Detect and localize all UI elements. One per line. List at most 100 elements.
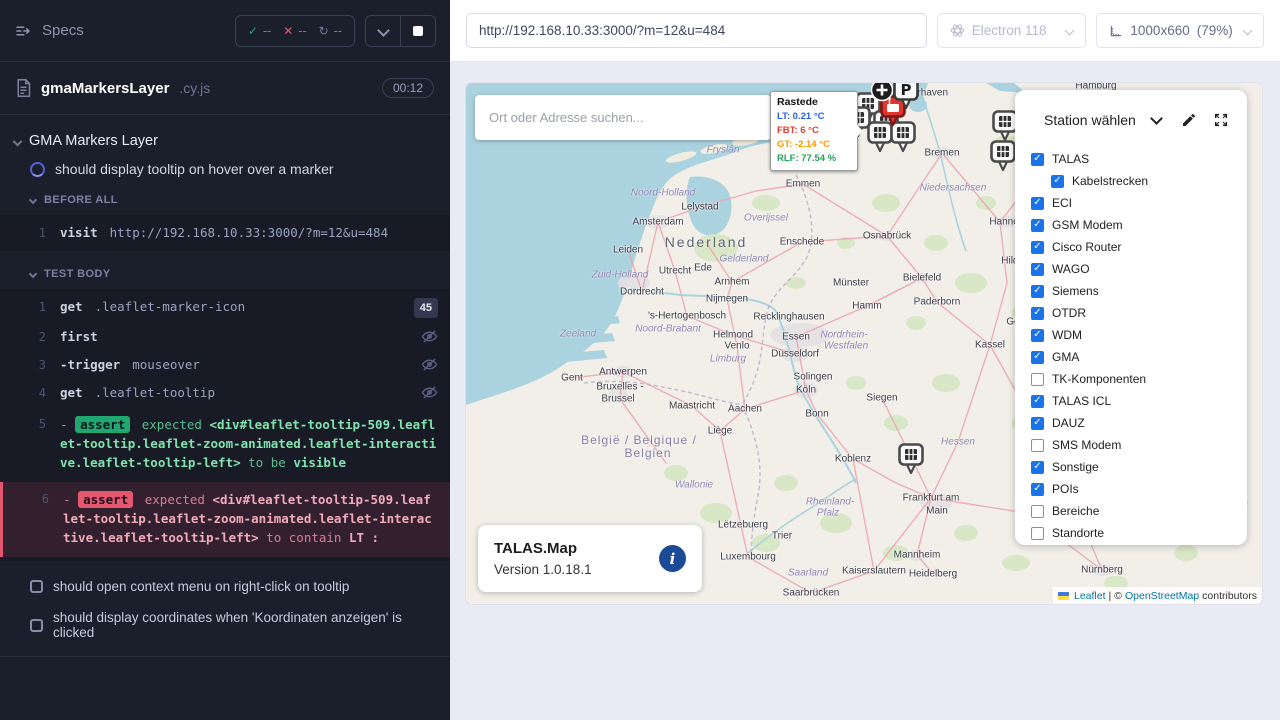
failed-x-icon: ✕	[283, 24, 293, 38]
layer-checkbox-row[interactable]: ✓GMA	[1031, 346, 1247, 368]
checkbox[interactable]: ✓	[1031, 329, 1044, 342]
expand-fullscreen-icon[interactable]	[1213, 112, 1229, 128]
map-attribution: Leaflet | © OpenStreetMap contributors	[1053, 587, 1262, 604]
command-row[interactable]: 4get.leaflet-tooltip	[0, 379, 450, 407]
run-controls	[365, 15, 436, 47]
browser-select[interactable]: Electron 118	[937, 13, 1087, 48]
command-row[interactable]: 2first	[0, 323, 450, 351]
checkbox[interactable]: ✓	[1031, 307, 1044, 320]
layer-checkbox-row[interactable]: ✓WDM	[1031, 324, 1247, 346]
stop-run-button[interactable]	[401, 16, 435, 46]
command-row[interactable]: 5- assert expected <div#leaflet-tooltip-…	[0, 407, 450, 482]
station-marker-icon[interactable]	[988, 139, 1018, 173]
aut-pane: Electron 118 1000x660 (79%)	[450, 0, 1280, 720]
checkbox[interactable]: ✓	[1051, 175, 1064, 188]
map-search-input[interactable]	[475, 110, 771, 125]
pending-test-row[interactable]: should display coordinates when 'Koordin…	[0, 602, 450, 648]
spec-duration-badge: 00:12	[382, 78, 434, 98]
map-canvas[interactable]: HamburgBremerhavenBremenEmmenNiedersachs…	[466, 83, 1262, 604]
layer-checkbox-row[interactable]: ✓Cisco Router	[1031, 236, 1247, 258]
layer-checkbox-row[interactable]: ✓TALAS ICL	[1031, 390, 1247, 412]
specs-list-icon	[14, 22, 32, 40]
checkbox[interactable]: ✓	[1031, 197, 1044, 210]
checkbox[interactable]: ✓	[1031, 263, 1044, 276]
app-version: Version 1.0.18.1	[494, 562, 592, 577]
station-marker-icon[interactable]	[896, 442, 926, 476]
layer-checkbox-row[interactable]: Bereiche	[1031, 500, 1247, 522]
hidden-eye-slash-icon	[421, 356, 438, 373]
osm-link[interactable]: OpenStreetMap	[1125, 590, 1199, 602]
layer-checkbox-row[interactable]: SMS Modem	[1031, 434, 1247, 456]
checkbox[interactable]: ✓	[1031, 483, 1044, 496]
collapse-all-button[interactable]	[366, 16, 400, 46]
spec-file-row[interactable]: gmaMarkersLayer .cy.js 00:12	[0, 62, 450, 115]
stat-passed: ✓--	[248, 24, 271, 38]
pending-test-row[interactable]: should open context menu on right-click …	[0, 571, 450, 602]
test-stats: ✓-- ✕-- ↻--	[235, 15, 355, 47]
layer-checkbox-row[interactable]: TK-Komponenten	[1031, 368, 1247, 390]
command-row[interactable]: 1visithttp://192.168.10.33:3000/?m=12&u=…	[0, 219, 450, 247]
checkbox[interactable]	[1031, 439, 1044, 452]
station-select-label[interactable]: Station wählen	[1044, 112, 1136, 128]
checkbox[interactable]: ✓	[1031, 461, 1044, 474]
checkbox[interactable]: ✓	[1031, 153, 1044, 166]
layer-label: Standorte	[1052, 526, 1104, 540]
test-body-header[interactable]: TEST BODY	[0, 261, 450, 287]
specs-menu-button[interactable]: Specs	[14, 22, 84, 40]
chevron-down-icon	[377, 24, 390, 37]
spec-file-name: gmaMarkersLayer	[41, 80, 169, 97]
layer-checkbox-row[interactable]: ✓ POIs	[1031, 478, 1247, 500]
stat-failed: ✕--	[283, 24, 306, 38]
edit-pencil-icon[interactable]	[1181, 112, 1197, 128]
checkbox[interactable]	[1031, 527, 1044, 540]
checkbox[interactable]: ✓	[1031, 285, 1044, 298]
info-icon[interactable]: i	[659, 545, 686, 572]
checkbox[interactable]: ✓	[1031, 219, 1044, 232]
command-row[interactable]: 3-triggermouseover	[0, 351, 450, 379]
suite-header[interactable]: GMA Markers Layer	[0, 129, 450, 155]
running-test-row[interactable]: should display tooltip on hover over a m…	[0, 155, 450, 187]
version-card: TALAS.Map Version 1.0.18.1 i	[478, 525, 702, 592]
chevron-down-icon	[1065, 26, 1075, 36]
before-all-header[interactable]: BEFORE ALL	[0, 187, 450, 213]
chevron-down-icon	[29, 270, 37, 278]
leaflet-link[interactable]: Leaflet	[1074, 590, 1106, 602]
layer-label: Kabelstrecken	[1072, 174, 1148, 188]
pending-tests: should open context menu on right-click …	[0, 571, 450, 648]
spec-file-ext: .cy.js	[179, 80, 210, 96]
command-row[interactable]: 6- assert expected <div#leaflet-tooltip-…	[3, 482, 450, 557]
marker-tooltip[interactable]: Rastede LT: 0.21 °CFBT: 6 °CGT: -2.14 °C…	[770, 91, 858, 171]
layer-checkbox-row[interactable]: ✓ Kabelstrecken	[1031, 170, 1247, 192]
viewport-control[interactable]: 1000x660 (79%)	[1096, 13, 1264, 48]
layer-checkbox-row[interactable]: ✓WAGO	[1031, 258, 1247, 280]
checkbox[interactable]: ✓	[1031, 351, 1044, 364]
chevron-down-icon[interactable]	[1150, 112, 1163, 125]
layer-checkbox-row[interactable]: ✓ECI	[1031, 192, 1247, 214]
checkbox[interactable]: ✓	[1031, 241, 1044, 254]
layer-checkbox-row[interactable]: Standorte	[1031, 522, 1247, 544]
chevron-down-icon	[29, 196, 37, 204]
layer-checkbox-row[interactable]: ✓Sonstige	[1031, 456, 1247, 478]
layer-checkbox-row[interactable]: ✓GSM Modem	[1031, 214, 1247, 236]
layer-label: POIs	[1052, 482, 1079, 496]
parking-marker-icon[interactable]: P	[891, 83, 921, 111]
checkbox[interactable]: ✓	[1031, 395, 1044, 408]
test-running-spinner-icon	[30, 162, 45, 177]
layer-label: TK-Komponenten	[1052, 372, 1146, 386]
layer-checkbox-row[interactable]: ✓TALAS	[1031, 148, 1247, 170]
pending-square-icon	[30, 580, 43, 593]
checkbox[interactable]	[1031, 505, 1044, 518]
url-input[interactable]	[466, 13, 927, 48]
tooltip-measurement-row: RLF: 77.54 %	[777, 152, 851, 166]
cypress-reporter: Specs ✓-- ✕-- ↻-- gmaMarkersLayer .cy.js …	[0, 0, 450, 720]
checkbox[interactable]: ✓	[1031, 417, 1044, 430]
layer-checkbox-row[interactable]: ✓Siemens	[1031, 280, 1247, 302]
failed-assert[interactable]: 6- assert expected <div#leaflet-tooltip-…	[0, 482, 450, 557]
checkbox[interactable]	[1031, 373, 1044, 386]
layer-checkbox-row[interactable]: ✓DAUZ	[1031, 412, 1247, 434]
layer-checkbox-row[interactable]: ✓ OTDR	[1031, 302, 1247, 324]
layer-label: OTDR	[1052, 306, 1086, 320]
electron-icon	[950, 23, 965, 38]
command-row[interactable]: 1get.leaflet-marker-icon45	[0, 293, 450, 323]
test-title: should display tooltip on hover over a m…	[55, 161, 334, 177]
